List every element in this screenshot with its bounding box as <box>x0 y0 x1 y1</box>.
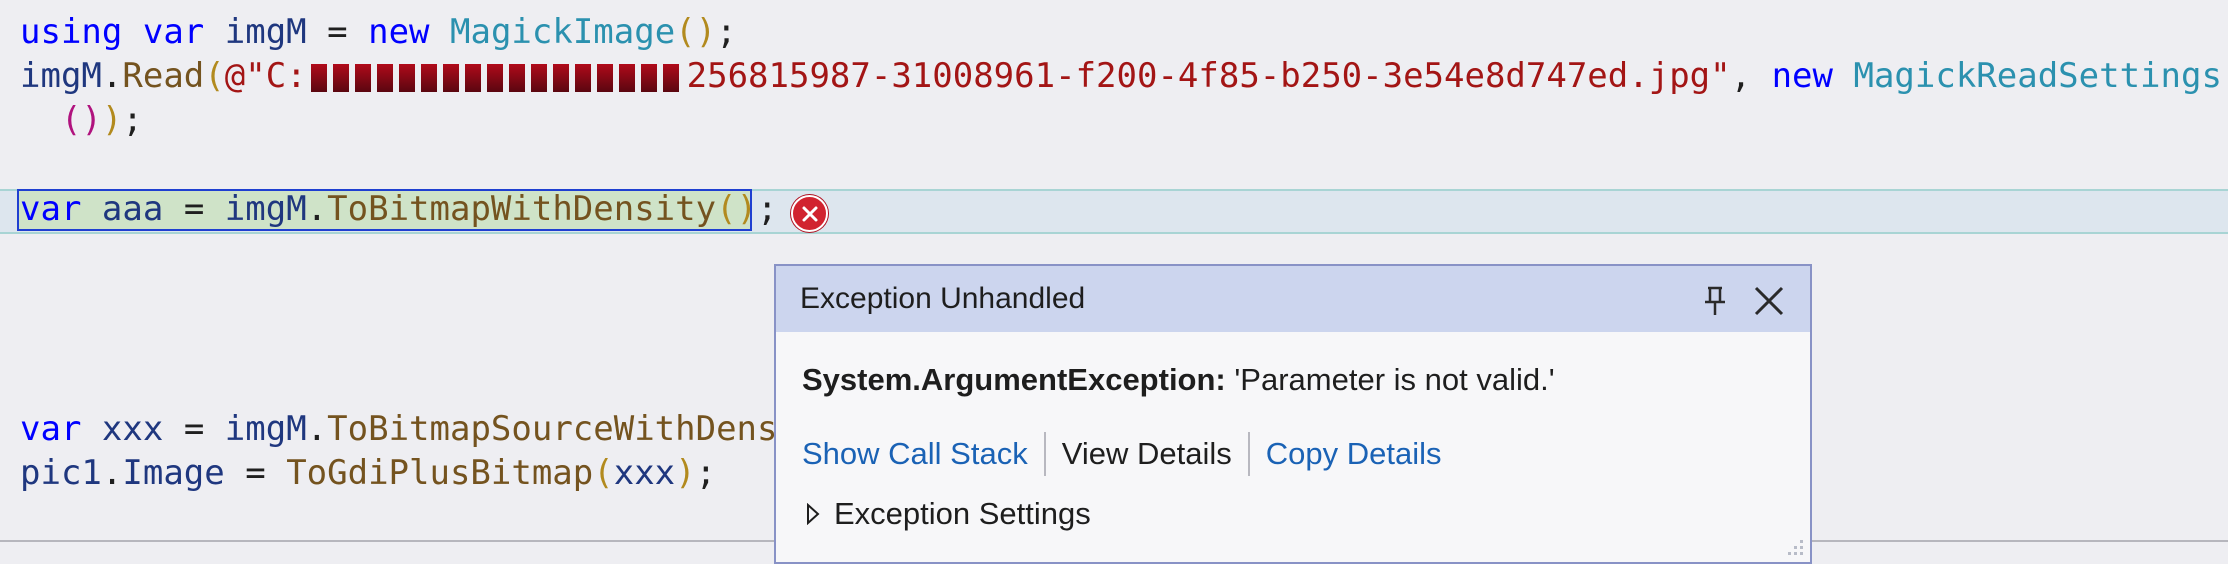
view-details-link[interactable]: View Details <box>1062 436 1232 472</box>
keyword-new: new <box>1771 56 1833 96</box>
exception-popup: Exception Unhandled System.ArgumentExcep… <box>774 264 1812 564</box>
exception-settings-expander[interactable]: Exception Settings <box>806 496 1091 532</box>
comma: , <box>1730 56 1752 96</box>
identifier: imgM <box>224 12 307 52</box>
operator: = <box>183 409 205 449</box>
method-name: ToBitmapSourceWithDensi <box>327 409 798 449</box>
operator: = <box>183 189 205 229</box>
close-icon[interactable] <box>1750 282 1788 320</box>
exception-message: System.ArgumentException: 'Parameter is … <box>802 362 1555 398</box>
exception-text: 'Parameter is not valid.' <box>1234 362 1555 397</box>
identifier: imgM <box>224 409 307 449</box>
type-name: MagickImage <box>450 12 676 52</box>
copy-details-link[interactable]: Copy Details <box>1266 436 1442 472</box>
open-paren: ( <box>593 453 614 493</box>
error-icon[interactable] <box>791 195 828 232</box>
identifier: aaa <box>101 189 164 229</box>
string-literal-start: @"C: <box>224 56 307 96</box>
identifier: xxx <box>101 409 164 449</box>
redacted-path <box>310 63 683 92</box>
string-literal-end: 256815987-31008961-f200-4f85-b250-3e54e8… <box>686 56 1731 96</box>
x-glyph-icon <box>802 206 817 221</box>
code-line-2: imgM.Read(@"C: 256815987-31008961-f200-4f… <box>20 54 2222 98</box>
operator: = <box>327 12 348 52</box>
open-paren: ( <box>204 56 225 96</box>
semicolon: ; <box>757 189 778 229</box>
argument: xxx <box>613 453 676 493</box>
code-line-5: var xxx = imgM.ToBitmapSourceWithDensi <box>20 407 798 451</box>
dot: . <box>306 409 328 449</box>
popup-actions: Show Call Stack View Details Copy Detail… <box>802 432 1441 476</box>
keyword-var: var <box>20 409 82 449</box>
parens: () <box>60 100 102 140</box>
close-paren: ) <box>675 453 696 493</box>
code-line-4[interactable]: var aaa = imgM.ToBitmapWithDensity(); <box>20 187 778 231</box>
identifier: pic1 <box>20 453 102 493</box>
identifier: imgM <box>20 56 102 96</box>
chevron-right-icon <box>807 503 820 525</box>
exception-settings-label: Exception Settings <box>834 496 1091 531</box>
method-name: Read <box>122 56 205 96</box>
separator <box>1247 432 1250 476</box>
method-name: ToGdiPlusBitmap <box>286 453 594 493</box>
exception-type: System.ArgumentException: <box>802 362 1226 397</box>
property: Image <box>122 453 225 493</box>
show-call-stack-link[interactable]: Show Call Stack <box>802 436 1028 472</box>
semicolon: ; <box>695 453 717 493</box>
parens: () <box>675 12 717 52</box>
code-line-1: using var imgM = new MagickImage(); <box>20 10 737 54</box>
keyword-var: var <box>20 189 82 229</box>
separator <box>1043 432 1046 476</box>
code-line-3: ()); <box>20 98 143 142</box>
operator: = <box>245 453 266 493</box>
type-name: MagickReadSettings <box>1853 56 2222 96</box>
keyword-new: new <box>368 12 430 52</box>
pin-icon[interactable] <box>1696 282 1734 320</box>
semicolon: ; <box>122 100 143 140</box>
parens: () <box>716 189 758 229</box>
method-name: ToBitmapWithDensity <box>327 189 717 229</box>
keyword-var: var <box>142 12 205 52</box>
popup-title: Exception Unhandled <box>800 282 1086 315</box>
dot: . <box>306 189 328 229</box>
code-line-6: pic1.Image = ToGdiPlusBitmap(xxx); <box>20 451 716 495</box>
popup-header: Exception Unhandled <box>776 266 1810 332</box>
dot: . <box>101 453 123 493</box>
keyword-using: using <box>20 12 123 52</box>
semicolon: ; <box>716 12 737 52</box>
identifier: imgM <box>224 189 307 229</box>
resize-grip-icon[interactable] <box>1782 534 1806 558</box>
dot: . <box>101 56 123 96</box>
close-paren: ) <box>101 100 123 140</box>
